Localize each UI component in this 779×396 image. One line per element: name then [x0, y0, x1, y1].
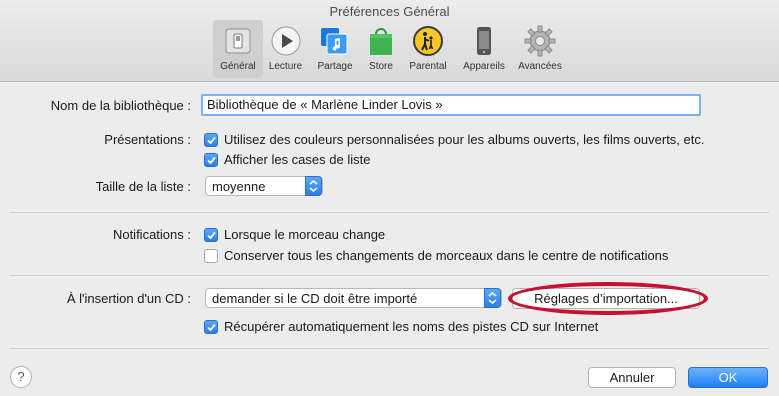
cd-insert-value: demander si le CD doit être importé: [212, 291, 418, 306]
tab-store[interactable]: Store: [363, 20, 399, 78]
cancel-button[interactable]: Annuler: [588, 367, 676, 388]
cd-insert-popup[interactable]: demander si le CD doit être importé: [205, 288, 502, 308]
store-bag-icon: [370, 28, 392, 55]
show-checkboxes-checkbox[interactable]: [204, 153, 218, 167]
song-change-checkbox[interactable]: [204, 228, 218, 242]
separator: [10, 275, 769, 276]
ok-button[interactable]: OK: [688, 367, 768, 388]
checkmark-icon: [207, 323, 216, 332]
show-checkboxes-label: Afficher les cases de liste: [224, 152, 371, 167]
tab-devices[interactable]: Appareils: [457, 20, 511, 78]
tab-general[interactable]: Général: [213, 20, 263, 78]
tab-playback[interactable]: Lecture: [263, 20, 308, 78]
window-title: Préférences Général: [329, 4, 450, 19]
device-icon: [477, 27, 491, 55]
tab-parental-label: Parental: [409, 61, 447, 72]
general-switch-icon: [225, 28, 251, 54]
chevron-updown-icon: [484, 288, 501, 308]
song-change-label: Lorsque le morceau change: [224, 227, 386, 242]
checkmark-icon: [207, 156, 216, 165]
list-size-label: Taille de la liste :: [95, 179, 191, 194]
keep-all-label: Conserver tous les changements de morcea…: [224, 248, 669, 263]
window-toolbar: Préférences Général Général Lecture Part…: [0, 0, 779, 82]
gear-icon: [524, 25, 556, 57]
fetch-names-checkbox[interactable]: [204, 320, 218, 334]
tab-advanced[interactable]: Avancées: [513, 20, 567, 78]
play-icon: [271, 26, 300, 56]
checkmark-icon: [207, 231, 216, 240]
tab-parental[interactable]: Parental: [402, 20, 454, 78]
list-size-popup[interactable]: moyenne: [205, 176, 323, 196]
tab-sharing[interactable]: Partage: [310, 20, 360, 78]
chevron-updown-icon: [305, 176, 322, 196]
custom-colors-label: Utilisez des couleurs personnalisées pou…: [224, 132, 705, 147]
help-button[interactable]: ?: [10, 366, 32, 388]
tab-sharing-label: Partage: [317, 61, 353, 72]
import-settings-button[interactable]: Réglages d’importation...: [512, 288, 700, 309]
library-name-field[interactable]: Bibliothèque de « Marlène Linder Lovis »: [201, 94, 701, 116]
parental-icon: [413, 26, 443, 56]
tab-general-label: Général: [220, 61, 256, 72]
list-size-value: moyenne: [212, 179, 266, 194]
checkmark-icon: [207, 136, 216, 145]
fetch-names-label: Récupérer automatiquement les noms des p…: [224, 319, 599, 334]
views-label: Présentations :: [104, 132, 191, 147]
tab-store-label: Store: [369, 61, 393, 72]
notifications-label: Notifications :: [112, 227, 191, 242]
separator: [10, 348, 769, 349]
tab-advanced-label: Avancées: [518, 61, 562, 72]
separator: [10, 212, 769, 213]
sharing-icon: [321, 28, 348, 55]
library-name-label: Nom de la bibliothèque :: [50, 98, 191, 113]
cd-insert-label: À l'insertion d'un CD :: [66, 291, 191, 306]
tab-playback-label: Lecture: [268, 61, 303, 72]
tab-devices-label: Appareils: [463, 61, 505, 72]
custom-colors-checkbox[interactable]: [204, 133, 218, 147]
keep-all-checkbox[interactable]: [204, 249, 218, 263]
